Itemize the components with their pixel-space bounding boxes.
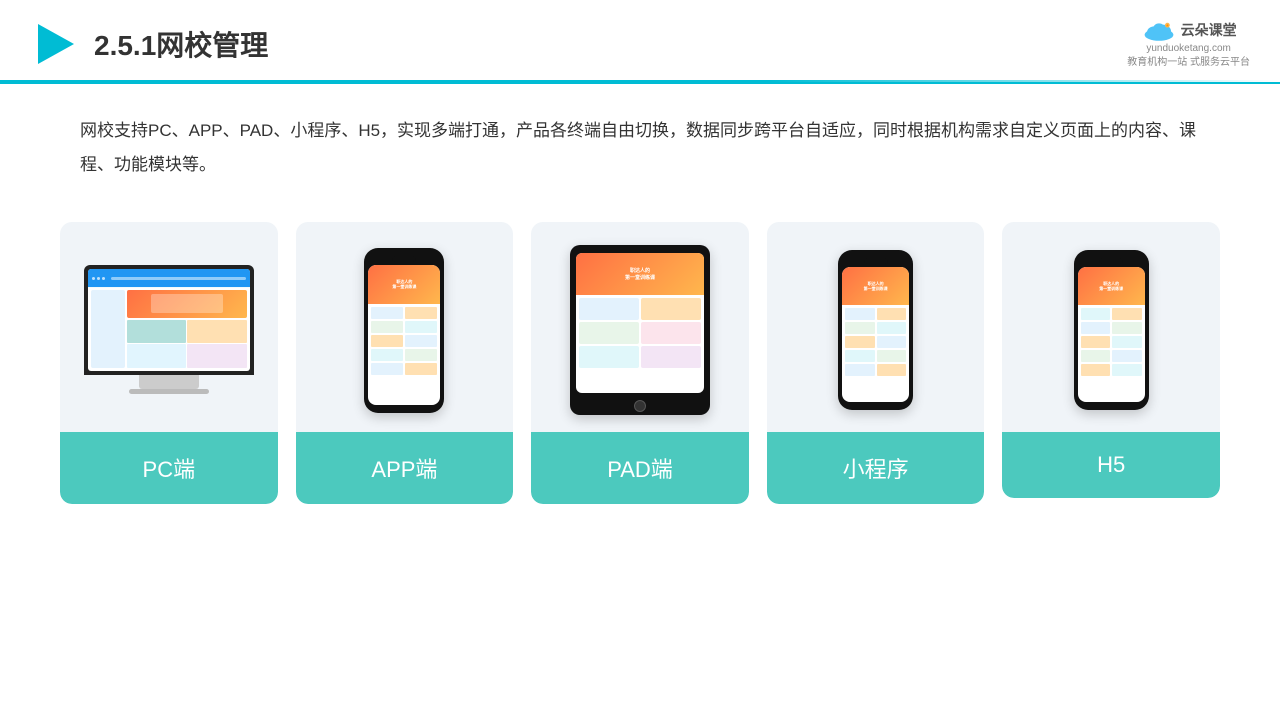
header: 2.5.1网校管理 云朵课堂 yunduoketang.com 教育机构一站 式…	[0, 0, 1280, 84]
card-miniprogram: 职达人的第一堂训练课	[767, 222, 985, 504]
card-app-image: 职达人的第一堂训练课	[296, 222, 514, 432]
card-h5-label: H5	[1002, 432, 1220, 498]
card-pad: 职达人的第一堂训练课 PAD端	[531, 222, 749, 504]
card-pad-image: 职达人的第一堂训练课	[531, 222, 749, 432]
phone-mockup-mini: 职达人的第一堂训练课	[838, 250, 913, 410]
card-pc: PC端	[60, 222, 278, 504]
card-pc-label: PC端	[60, 432, 278, 504]
card-h5-image: 职达人的第一堂训练课	[1002, 222, 1220, 432]
card-pad-label: PAD端	[531, 432, 749, 504]
phone-mockup-h5: 职达人的第一堂训练课	[1074, 250, 1149, 410]
logo-area: 云朵课堂 yunduoketang.com 教育机构一站 式服务云平台	[1127, 18, 1250, 70]
card-miniprogram-image: 职达人的第一堂训练课	[767, 222, 985, 432]
card-h5: 职达人的第一堂训练课	[1002, 222, 1220, 498]
card-pc-image	[60, 222, 278, 432]
logo-subtitle: yunduoketang.com 教育机构一站 式服务云平台	[1127, 42, 1250, 70]
phone-mockup-app: 职达人的第一堂训练课	[364, 248, 444, 413]
page-title: 2.5.1网校管理	[94, 24, 268, 64]
description: 网校支持PC、APP、PAD、小程序、H5，实现多端打通，产品各终端自由切换，数…	[0, 84, 1280, 192]
logo-name: 云朵课堂	[1181, 20, 1237, 40]
cloud-icon	[1141, 18, 1177, 42]
card-miniprogram-label: 小程序	[767, 432, 985, 504]
header-line	[0, 80, 1280, 82]
card-app: 职达人的第一堂训练课	[296, 222, 514, 504]
pad-mockup: 职达人的第一堂训练课	[570, 245, 710, 415]
description-text: 网校支持PC、APP、PAD、小程序、H5，实现多端打通，产品各终端自由切换，数…	[80, 121, 1196, 174]
card-app-label: APP端	[296, 432, 514, 504]
pc-mockup	[84, 265, 254, 395]
header-left: 2.5.1网校管理	[30, 20, 268, 68]
play-icon	[30, 20, 78, 68]
cards-container: PC端 职达人的第一堂训练课	[0, 192, 1280, 534]
logo-cloud: 云朵课堂	[1141, 18, 1237, 42]
